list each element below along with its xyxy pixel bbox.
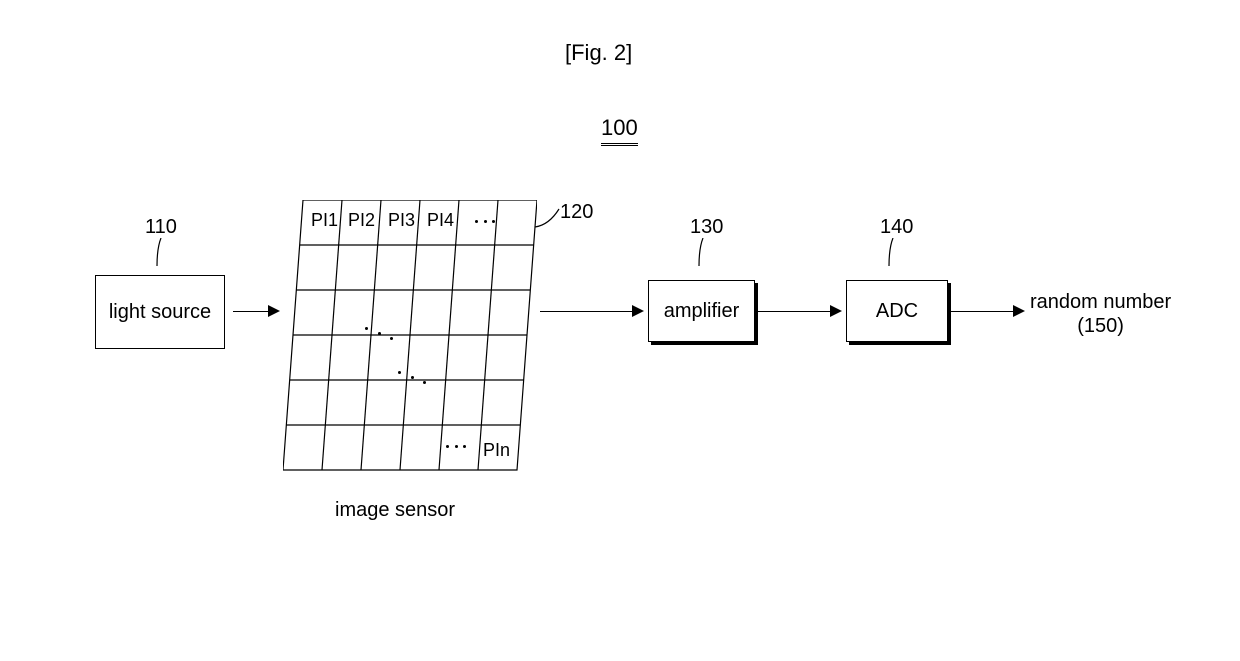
diagram-canvas: [Fig. 2] 100 110 light source xyxy=(0,0,1240,661)
output-label: random number xyxy=(1030,290,1171,314)
arrow-3-line xyxy=(758,311,830,312)
block-amplifier: amplifier xyxy=(648,280,755,342)
leader-140 xyxy=(887,238,907,268)
image-sensor-caption: image sensor xyxy=(335,498,455,522)
arrow-4-line xyxy=(951,311,1013,312)
ref-amplifier: 130 xyxy=(690,215,723,239)
ref-adc: 140 xyxy=(880,215,913,239)
dots-top xyxy=(475,220,495,223)
leader-130 xyxy=(697,238,717,268)
leader-120 xyxy=(535,207,565,231)
amplifier-label: amplifier xyxy=(664,300,740,323)
block-light-source: light source xyxy=(95,275,225,349)
output-group: random number (150) xyxy=(1030,290,1171,338)
pixel-p2: PI2 xyxy=(348,210,375,231)
pixel-p4: PI4 xyxy=(427,210,454,231)
pixel-p3: PI3 xyxy=(388,210,415,231)
light-source-label: light source xyxy=(109,301,211,324)
dots-bottom xyxy=(446,445,466,448)
arrow-1-line xyxy=(233,311,268,312)
arrow-2-line xyxy=(540,311,632,312)
dots-mid1 xyxy=(365,332,393,335)
dots-mid2 xyxy=(398,376,426,379)
system-ref: 100 xyxy=(601,115,638,146)
block-adc: ADC xyxy=(846,280,948,342)
figure-title: [Fig. 2] xyxy=(565,40,632,66)
arrow-2-head xyxy=(632,305,644,317)
adc-label: ADC xyxy=(876,300,918,323)
ref-light-source: 110 xyxy=(145,215,177,239)
arrow-4-head xyxy=(1013,305,1025,317)
pixel-p1: PI1 xyxy=(311,210,338,231)
ref-image-sensor: 120 xyxy=(560,200,593,224)
arrow-1-head xyxy=(268,305,280,317)
leader-110 xyxy=(155,238,175,268)
output-ref: (150) xyxy=(1030,314,1171,338)
arrow-3-head xyxy=(830,305,842,317)
pixel-pn: PIn xyxy=(483,440,510,461)
